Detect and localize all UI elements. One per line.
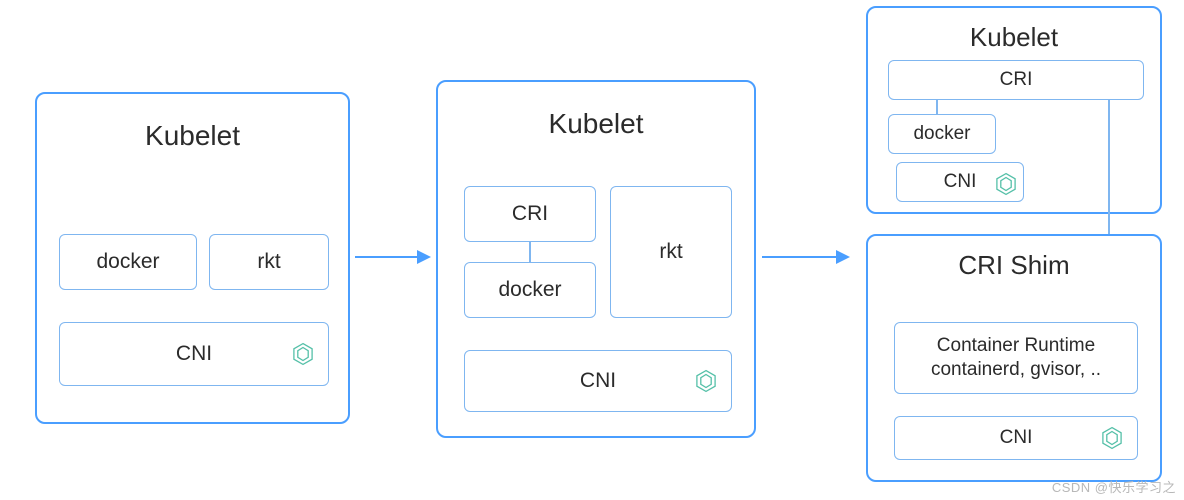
stage3b-cni-box: CNI [894, 416, 1138, 460]
arrow-stage1-to-stage2 [355, 245, 431, 269]
watermark-text: CSDN @快乐学习之 [1052, 477, 1176, 496]
box-label: docker [905, 118, 978, 150]
stage2-cri-box: CRI [464, 186, 596, 242]
cri-docker-connector-3 [936, 100, 938, 114]
box-label: docker [490, 273, 569, 307]
stage2-rkt-box: rkt [610, 186, 732, 318]
cri-to-shim-connector [1108, 100, 1110, 234]
stage3b-runtime-box: Container Runtime containerd, gvisor, .. [894, 322, 1138, 394]
box-label: CRI [992, 64, 1041, 96]
stage3a-cri-box: CRI [888, 60, 1144, 100]
cri-docker-connector [529, 242, 531, 262]
box-label: CNI [168, 337, 220, 371]
stage3-kubelet-panel: Kubelet CRI docker CNI [866, 6, 1162, 214]
cni-icon [290, 341, 316, 367]
box-label: CNI [936, 166, 985, 198]
box-label: rkt [651, 235, 690, 269]
stage2-title: Kubelet [438, 82, 754, 140]
stage1-rkt-box: rkt [209, 234, 329, 290]
diagram-canvas: Kubelet docker rkt CNI Kubelet CRI docke… [0, 0, 1184, 500]
box-label: CNI [992, 422, 1041, 454]
stage1-docker-box: docker [59, 234, 197, 290]
stage1-title: Kubelet [37, 94, 348, 152]
stage2-cni-box: CNI [464, 350, 732, 412]
box-label: Container Runtime containerd, gvisor, .. [895, 330, 1137, 386]
cni-icon [993, 171, 1015, 193]
stage3-crishim-panel: CRI Shim Container Runtime containerd, g… [866, 234, 1162, 482]
box-label: rkt [249, 245, 288, 279]
box-label: CNI [572, 364, 624, 398]
stage2-docker-box: docker [464, 262, 596, 318]
stage1-cni-box: CNI [59, 322, 329, 386]
box-label: docker [88, 245, 167, 279]
cni-icon [693, 368, 719, 394]
arrow-stage2-to-stage3 [762, 245, 850, 269]
stage1-panel: Kubelet docker rkt CNI [35, 92, 350, 424]
stage3a-title: Kubelet [868, 8, 1160, 53]
box-label: CRI [504, 197, 556, 231]
stage3b-title: CRI Shim [868, 236, 1160, 281]
cni-icon [1099, 425, 1125, 451]
stage2-panel: Kubelet CRI docker rkt CNI [436, 80, 756, 438]
stage3a-cni-box: CNI [896, 162, 1024, 202]
stage3a-docker-box: docker [888, 114, 996, 154]
